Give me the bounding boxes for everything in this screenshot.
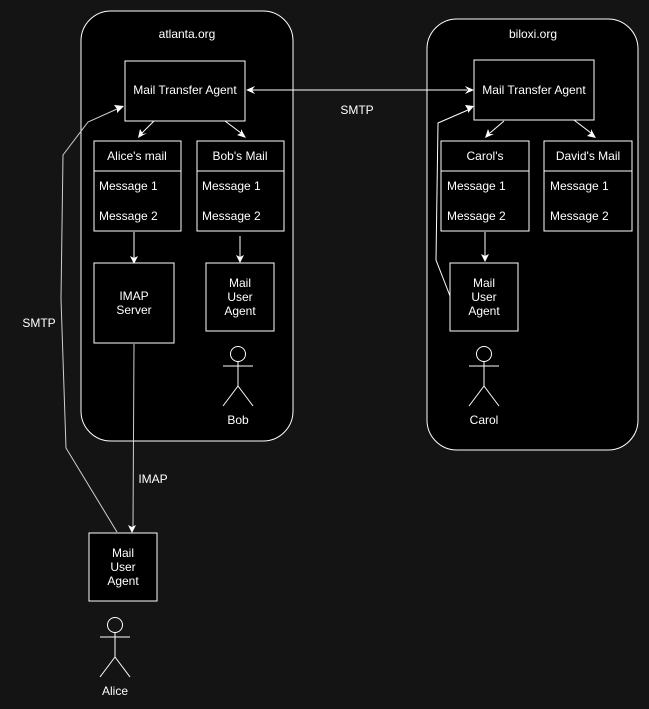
mua-label-line: User (110, 560, 135, 574)
mailbox-message[interactable]: Message 1 (550, 179, 609, 193)
mta-smtp-label: SMTP (340, 103, 373, 117)
mailbox-title: Carol's (467, 149, 504, 163)
mua-label-line: Agent (468, 304, 500, 318)
mailbox-message[interactable]: Message 1 (99, 179, 158, 193)
stick-figure-icon (99, 617, 131, 678)
biloxi-domain-label: biloxi.org (509, 27, 557, 41)
mua-label-line: Agent (107, 574, 139, 588)
mailbox-message[interactable]: Message 1 (202, 179, 261, 193)
david-mailbox[interactable]: David's Mail Message 1 Message 2 (543, 140, 633, 232)
biloxi-mta-node[interactable]: Mail Transfer Agent (473, 59, 595, 121)
mailbox-message[interactable]: Message 2 (550, 209, 609, 223)
mailbox-message[interactable]: Message 2 (447, 209, 506, 223)
imap-server-label-line: Server (116, 303, 151, 317)
mailbox-message[interactable]: Message 1 (447, 179, 506, 193)
mailbox-title: Alice's mail (107, 149, 167, 163)
alice-mua-node[interactable]: Mail User Agent (88, 532, 158, 602)
actor-label: Bob (227, 413, 249, 427)
alice-mailbox[interactable]: Alice's mail Message 1 Message 2 (93, 140, 182, 232)
actor-label: Carol (470, 413, 499, 427)
bob-mailbox[interactable]: Bob's Mail Message 1 Message 2 (196, 140, 285, 232)
mail-flow-diagram: atlanta.org biloxi.org SMTP IMAP SMTP Ma… (22, 10, 639, 699)
atlanta-domain-label: atlanta.org (159, 27, 216, 41)
mailbox-message[interactable]: Message 2 (202, 209, 261, 223)
alice-actor[interactable]: Alice (99, 617, 131, 699)
mailbox-title: Bob's Mail (213, 149, 268, 163)
bob-mua-node[interactable]: Mail User Agent (205, 262, 275, 332)
mua-label-line: Agent (224, 304, 256, 318)
imap-server-node[interactable]: IMAP Server (93, 262, 175, 344)
atlanta-mta-node[interactable]: Mail Transfer Agent (124, 60, 246, 122)
mua-label-line: User (227, 290, 252, 304)
atlanta-mta-label: Mail Transfer Agent (133, 83, 237, 97)
actor-label: Alice (102, 684, 128, 698)
mua-label-line: Mail (473, 276, 495, 290)
carol-mua-node[interactable]: Mail User Agent (449, 262, 519, 332)
carol-mailbox[interactable]: Carol's Message 1 Message 2 (440, 140, 530, 232)
mua-label-line: User (471, 290, 496, 304)
alice-smtp-label: SMTP (22, 316, 55, 330)
mailbox-message[interactable]: Message 2 (99, 209, 158, 223)
mua-label-line: Mail (112, 546, 134, 560)
mailbox-title: David's Mail (556, 149, 620, 163)
imap-server-label-line: IMAP (119, 289, 148, 303)
imap-edge-label: IMAP (138, 472, 167, 486)
mua-label-line: Mail (229, 276, 251, 290)
biloxi-mta-label: Mail Transfer Agent (482, 83, 586, 97)
arrow-icon (128, 525, 136, 533)
